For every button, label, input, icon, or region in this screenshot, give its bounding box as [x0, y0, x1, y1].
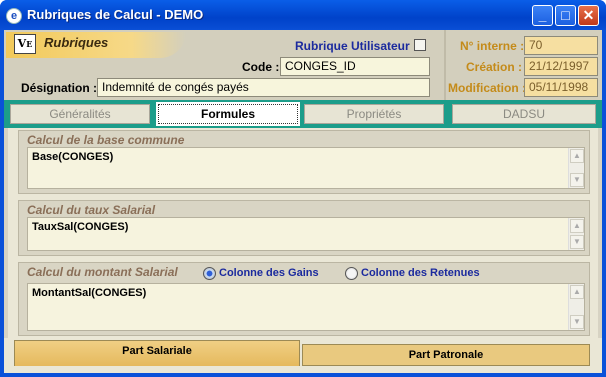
- section-title: Calcul du taux Salarial: [27, 203, 156, 217]
- tab-dadsu[interactable]: DADSU: [452, 104, 596, 124]
- rubrique-utilisateur-label: Rubrique Utilisateur: [295, 39, 410, 53]
- formules-panel: Calcul de la base commune Base(CONGES) ▲…: [8, 128, 598, 338]
- numero-interne-label: N° interne :: [460, 39, 525, 53]
- scroll-down-icon[interactable]: ▼: [570, 235, 584, 249]
- montant-formula-value: MontantSal(CONGES): [32, 287, 147, 299]
- tab-generalites[interactable]: Généralités: [10, 104, 150, 124]
- taux-formula-value: TauxSal(CONGES): [32, 221, 129, 233]
- creation-field[interactable]: 21/12/1997: [524, 57, 598, 76]
- taux-formula-textarea[interactable]: TauxSal(CONGES) ▲ ▼: [27, 217, 585, 251]
- scrollbar[interactable]: ▲ ▼: [568, 284, 584, 330]
- section-taux-salarial: Calcul du taux Salarial TauxSal(CONGES) …: [18, 200, 590, 256]
- tab-proprietes[interactable]: Propriétés: [304, 104, 444, 124]
- montant-formula-textarea[interactable]: MontantSal(CONGES) ▲ ▼: [27, 283, 585, 331]
- designation-label: Désignation :: [21, 81, 98, 95]
- retenues-radio-label[interactable]: Colonne des Retenues: [361, 267, 480, 279]
- retenues-radio[interactable]: [345, 267, 358, 280]
- base-formula-textarea[interactable]: Base(CONGES) ▲ ▼: [27, 147, 585, 189]
- title-bar[interactable]: e Rubriques de Calcul - DEMO _ □ ✕: [0, 0, 606, 30]
- close-button[interactable]: ✕: [578, 5, 599, 26]
- section-montant-salarial: Calcul du montant Salarial Colonne des G…: [18, 262, 590, 336]
- modification-field[interactable]: 05/11/1998: [524, 78, 598, 97]
- base-formula-value: Base(CONGES): [32, 151, 114, 163]
- scroll-up-icon[interactable]: ▲: [570, 149, 584, 163]
- bottom-tab-strip: Part Salariale Part Patronale: [4, 338, 602, 373]
- minimize-button[interactable]: _: [532, 5, 553, 26]
- numero-interne-field[interactable]: 70: [524, 36, 598, 55]
- code-label: Code :: [242, 60, 280, 74]
- rubrique-utilisateur-checkbox[interactable]: [414, 39, 426, 51]
- maximize-button[interactable]: □: [555, 5, 576, 26]
- scrollbar[interactable]: ▲ ▼: [568, 148, 584, 188]
- designation-field[interactable]: Indemnité de congés payés: [97, 78, 430, 97]
- info-panel: N° interne : 70 Création : 21/12/1997 Mo…: [444, 30, 602, 100]
- section-base-commune: Calcul de la base commune Base(CONGES) ▲…: [18, 130, 590, 194]
- scroll-down-icon[interactable]: ▼: [570, 173, 584, 187]
- gains-radio-label[interactable]: Colonne des Gains: [219, 267, 319, 279]
- window-title: Rubriques de Calcul - DEMO: [27, 7, 204, 22]
- tab-formules[interactable]: Formules: [156, 102, 300, 126]
- code-field[interactable]: CONGES_ID: [280, 57, 430, 76]
- section-title: Calcul du montant Salarial: [27, 265, 178, 279]
- minimize-icon: _: [538, 7, 547, 23]
- client-area: VE Rubriques Rubrique Utilisateur Code :…: [4, 30, 602, 373]
- app-window: e Rubriques de Calcul - DEMO _ □ ✕ VE Ru…: [0, 0, 606, 377]
- gains-radio[interactable]: [203, 267, 216, 280]
- tab-part-patronale[interactable]: Part Patronale: [302, 344, 590, 366]
- close-icon: ✕: [582, 7, 595, 23]
- scroll-down-icon[interactable]: ▼: [570, 315, 584, 329]
- scrollbar[interactable]: ▲ ▼: [568, 218, 584, 250]
- tab-strip: Généralités Formules Propriétés DADSU: [4, 100, 602, 128]
- tab-part-salariale[interactable]: Part Salariale: [14, 340, 300, 366]
- creation-label: Création :: [466, 60, 523, 74]
- logo-text: Rubriques: [44, 35, 109, 50]
- section-title: Calcul de la base commune: [27, 133, 185, 147]
- modification-label: Modification :: [448, 81, 526, 95]
- logo-icon: VE: [14, 34, 36, 54]
- app-icon: e: [6, 8, 22, 24]
- scroll-up-icon[interactable]: ▲: [570, 219, 584, 233]
- maximize-icon: □: [561, 7, 570, 23]
- scroll-up-icon[interactable]: ▲: [570, 285, 584, 299]
